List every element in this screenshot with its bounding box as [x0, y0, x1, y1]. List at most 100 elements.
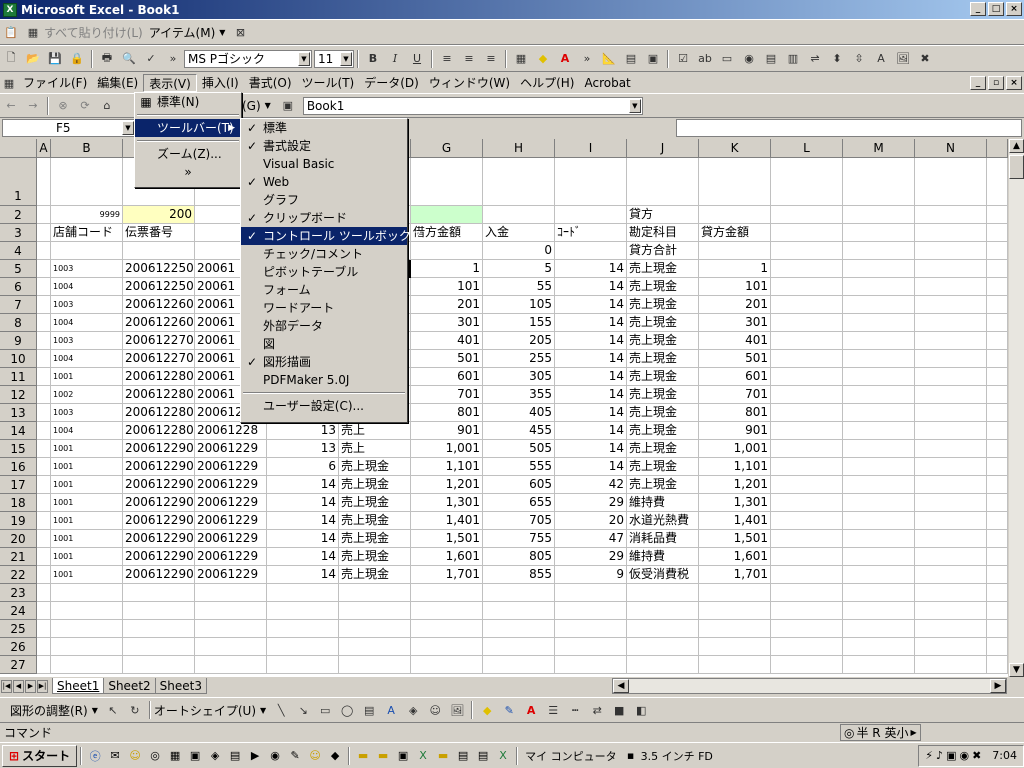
- app-icon[interactable]: ✎: [286, 747, 304, 765]
- cell-a24[interactable]: [37, 602, 51, 620]
- cell-m4[interactable]: [843, 242, 915, 260]
- chevron-down-icon[interactable]: ▼: [265, 101, 271, 110]
- cell-n26[interactable]: [915, 638, 987, 656]
- item-menu[interactable]: アイテム(M): [149, 24, 216, 41]
- cell-o12[interactable]: [987, 386, 1008, 404]
- cell-h24[interactable]: [483, 602, 555, 620]
- cell-m11[interactable]: [843, 368, 915, 386]
- cell-i15[interactable]: 14: [555, 440, 627, 458]
- cell-k27[interactable]: [699, 656, 771, 674]
- cell-m14[interactable]: [843, 422, 915, 440]
- cell-c5[interactable]: 200612250001: [123, 260, 195, 278]
- maximize-button[interactable]: □: [988, 2, 1004, 16]
- cell-k25[interactable]: [699, 620, 771, 638]
- cell-k18[interactable]: 1,301: [699, 494, 771, 512]
- cell-c6[interactable]: 200612250002: [123, 278, 195, 296]
- cell-o22[interactable]: [987, 566, 1008, 584]
- cell-i11[interactable]: 14: [555, 368, 627, 386]
- radio-control-icon[interactable]: ◉: [739, 49, 759, 69]
- row-header[interactable]: 23: [0, 584, 37, 602]
- cell-j14[interactable]: 売上現金: [627, 422, 699, 440]
- cell-i2[interactable]: [555, 206, 627, 224]
- cell-g18[interactable]: 1,301: [411, 494, 483, 512]
- cell-n22[interactable]: [915, 566, 987, 584]
- permission-icon[interactable]: 🔒: [67, 49, 87, 69]
- print-preview-icon[interactable]: 🔍: [119, 49, 139, 69]
- formula-input[interactable]: [676, 119, 1022, 137]
- cell-j11[interactable]: 売上現金: [627, 368, 699, 386]
- cell-h27[interactable]: [483, 656, 555, 674]
- cell-f15[interactable]: 売上: [339, 440, 411, 458]
- cell-i8[interactable]: 14: [555, 314, 627, 332]
- label-control-icon[interactable]: A: [871, 49, 891, 69]
- cell-l15[interactable]: [771, 440, 843, 458]
- cell-k5[interactable]: 1: [699, 260, 771, 278]
- cell-o2[interactable]: [987, 206, 1008, 224]
- cell-e27[interactable]: [267, 656, 339, 674]
- cell-c10[interactable]: 200612270006: [123, 350, 195, 368]
- cell-a14[interactable]: [37, 422, 51, 440]
- cell-a2[interactable]: [37, 206, 51, 224]
- cell-l3[interactable]: [771, 224, 843, 242]
- cell-k16[interactable]: 1,101: [699, 458, 771, 476]
- cell-d26[interactable]: [195, 638, 267, 656]
- cell-g27[interactable]: [411, 656, 483, 674]
- cell-g24[interactable]: [411, 602, 483, 620]
- cell-o16[interactable]: [987, 458, 1008, 476]
- row-header[interactable]: 20: [0, 530, 37, 548]
- cell-i22[interactable]: 9: [555, 566, 627, 584]
- cell-m5[interactable]: [843, 260, 915, 278]
- cell-a7[interactable]: [37, 296, 51, 314]
- scroll-right-button[interactable]: ▶: [990, 679, 1006, 693]
- view-menu-item-zoom[interactable]: ズーム(Z)...: [135, 145, 241, 163]
- cell-b12[interactable]: 1002: [51, 386, 123, 404]
- arrow-style-icon[interactable]: ⇄: [587, 700, 607, 720]
- cell-a27[interactable]: [37, 656, 51, 674]
- properties-icon[interactable]: ▤: [621, 49, 641, 69]
- toolbar-menu-item[interactable]: ✓ クリップボード: [241, 209, 407, 227]
- row-header[interactable]: 14: [0, 422, 37, 440]
- cell-o21[interactable]: [987, 548, 1008, 566]
- cell-a1[interactable]: [37, 158, 51, 206]
- cell-g17[interactable]: 1,201: [411, 476, 483, 494]
- row-header[interactable]: 10: [0, 350, 37, 368]
- cell-f14[interactable]: 売上: [339, 422, 411, 440]
- cell-l21[interactable]: [771, 548, 843, 566]
- cell-h3[interactable]: 入金: [483, 224, 555, 242]
- cell-o10[interactable]: [987, 350, 1008, 368]
- row-header[interactable]: 1: [0, 158, 37, 206]
- cell-o3[interactable]: [987, 224, 1008, 242]
- cell-h9[interactable]: 205: [483, 332, 555, 350]
- cell-g26[interactable]: [411, 638, 483, 656]
- smiley-icon[interactable]: ☺: [306, 747, 324, 765]
- cell-k26[interactable]: [699, 638, 771, 656]
- cell-n23[interactable]: [915, 584, 987, 602]
- cell-c17[interactable]: 200612290013: [123, 476, 195, 494]
- cell-i21[interactable]: 29: [555, 548, 627, 566]
- back-icon[interactable]: ←: [1, 96, 21, 116]
- cell-e18[interactable]: 14: [267, 494, 339, 512]
- more-controls-icon[interactable]: ✖: [915, 49, 935, 69]
- column-header[interactable]: G: [411, 139, 483, 158]
- cell-f16[interactable]: 売上現金: [339, 458, 411, 476]
- cell-a3[interactable]: [37, 224, 51, 242]
- toolbar-menu-item[interactable]: 図: [241, 335, 407, 353]
- cell-k3[interactable]: 貸方金額: [699, 224, 771, 242]
- cell-k17[interactable]: 1,201: [699, 476, 771, 494]
- document-icon[interactable]: ▤: [474, 747, 492, 765]
- cell-l6[interactable]: [771, 278, 843, 296]
- cell-h8[interactable]: 155: [483, 314, 555, 332]
- cell-e26[interactable]: [267, 638, 339, 656]
- cell-h16[interactable]: 555: [483, 458, 555, 476]
- toolbar-menu-item[interactable]: PDFMaker 5.0J: [241, 371, 407, 389]
- cell-a20[interactable]: [37, 530, 51, 548]
- select-objects-icon[interactable]: ↖: [103, 700, 123, 720]
- cell-n16[interactable]: [915, 458, 987, 476]
- cell-b5[interactable]: 1003: [51, 260, 123, 278]
- cell-g12[interactable]: 701: [411, 386, 483, 404]
- column-header[interactable]: J: [627, 139, 699, 158]
- row-header[interactable]: 2: [0, 206, 37, 224]
- toolbar-menu-item[interactable]: ✓ Web: [241, 173, 407, 191]
- cell-g8[interactable]: 301: [411, 314, 483, 332]
- excel-task-icon[interactable]: X: [414, 747, 432, 765]
